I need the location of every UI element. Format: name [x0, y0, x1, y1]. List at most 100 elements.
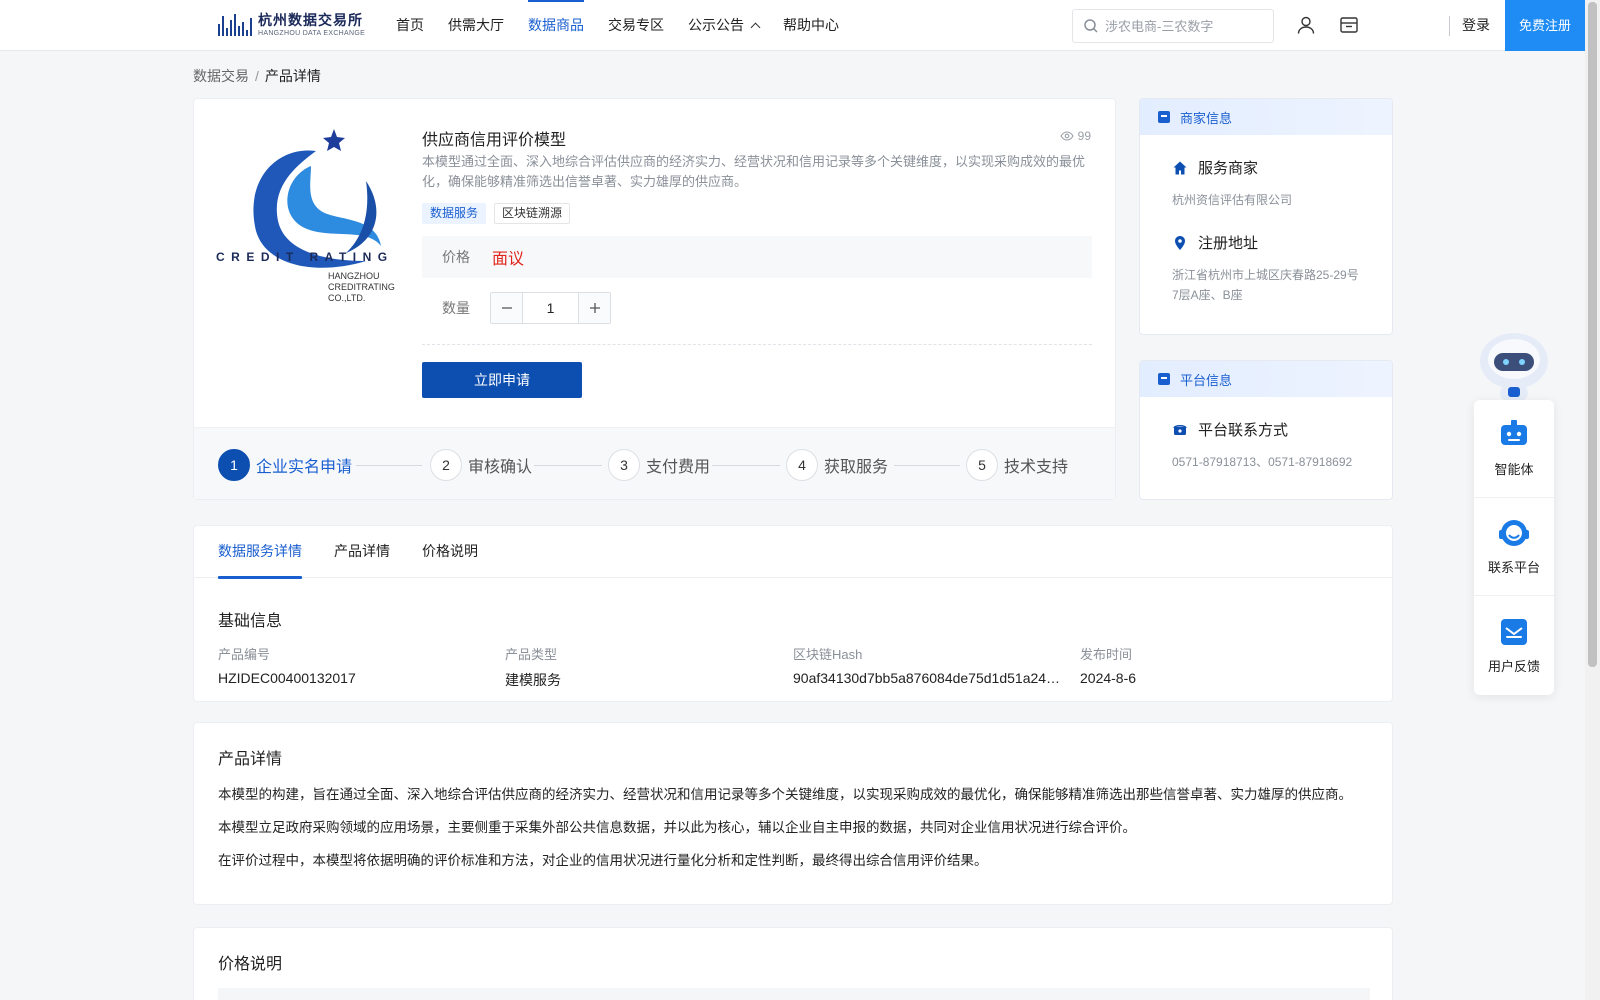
process-steps: 1 企业实名申请 2 审核确认 3 支付费用 4 获取服务 5 技术支持: [194, 427, 1115, 499]
detail-tabs: 数据服务详情 产品详情 价格说明: [194, 526, 1392, 579]
price-description-title: 价格说明: [218, 956, 283, 973]
product-detail-section: 产品详情 本模型的构建，旨在通过全面、深入地综合评估供应商的经济实力、经营状况和…: [193, 722, 1393, 905]
float-agent[interactable]: 智能体: [1474, 400, 1554, 498]
scrollbar-thumb[interactable]: [1588, 2, 1597, 667]
feedback-mail-icon: [1501, 618, 1527, 645]
info-value: 90af34130d7bb5a876084de75d1d51a24e...: [793, 670, 1063, 686]
view-count-value: 99: [1077, 129, 1091, 143]
info-publish-date: 发布时间 2024-8-6: [1080, 644, 1350, 686]
product-card: CREDIT RATING HANGZHOU CREDITRATING CO.,…: [193, 98, 1116, 500]
step-2: 2 审核确认: [430, 448, 532, 482]
step-number: 5: [966, 449, 998, 481]
nav-help-center[interactable]: 帮助中心: [783, 0, 839, 50]
headset-icon: [1499, 520, 1529, 546]
info-blockchain-hash: 区块链Hash 90af34130d7bb5a876084de75d1d51a2…: [793, 644, 1063, 686]
main-nav: 首页 供需大厅 数据商品 交易专区 公示公告 帮助中心: [396, 0, 863, 50]
step-connector: [356, 465, 422, 466]
info-product-type: 产品类型 建模服务: [505, 644, 775, 690]
step-connector: [894, 465, 960, 466]
step-3: 3 支付费用: [608, 448, 710, 482]
step-connector: [534, 465, 602, 466]
quantity-stepper: 1: [490, 292, 611, 324]
tab-product-detail[interactable]: 产品详情: [334, 526, 390, 578]
shop-icon[interactable]: [1338, 14, 1360, 36]
float-agent-label: 智能体: [1494, 462, 1534, 477]
register-button[interactable]: 免费注册: [1505, 0, 1585, 51]
step-number: 4: [786, 449, 818, 481]
section-divider: [422, 344, 1092, 345]
info-value: 2024-8-6: [1080, 670, 1137, 686]
apply-now-button[interactable]: 立即申请: [422, 362, 582, 398]
product-logo-wordmark: CREDIT RATING: [216, 250, 394, 264]
price-value: 面议: [492, 251, 525, 268]
info-label: 产品类型: [505, 647, 558, 662]
logo-name-cn: 杭州数据交易所: [258, 12, 363, 28]
step-4: 4 获取服务: [786, 448, 888, 482]
logo-mark-icon: [218, 14, 252, 36]
increment-button[interactable]: [579, 293, 610, 323]
float-feedback-label: 用户反馈: [1487, 658, 1540, 674]
product-logo-sub-1: HANGZHOU: [328, 271, 380, 281]
detail-tabs-card: 数据服务详情 产品详情 价格说明 基础信息 产品编号 HZIDEC0040013…: [193, 525, 1393, 702]
nav-announcements[interactable]: 公示公告: [688, 0, 761, 50]
product-title: 供应商信用评价模型: [422, 132, 567, 149]
float-feedback[interactable]: 用户反馈: [1474, 596, 1554, 694]
tag-data-service: 数据服务: [422, 203, 487, 224]
product-logo-sub-3: CO.,LTD.: [328, 293, 365, 303]
floating-side-panel: 智能体 联系平台 用户反馈: [1474, 400, 1554, 695]
search-box[interactable]: [1072, 9, 1274, 43]
merchant-info-header: 商家信息: [1140, 99, 1392, 135]
logo-name-en: HANGZHOU DATA EXCHANGE: [258, 30, 366, 37]
product-description: 本模型通过全面、深入地综合评估供应商的经济实力、经营状况和信用记录等多个关键维度…: [422, 154, 1086, 189]
product-logo-image: CREDIT RATING HANGZHOU CREDITRATING CO.,…: [216, 121, 406, 311]
quantity-input[interactable]: 1: [522, 293, 579, 323]
top-navigation-bar: 杭州数据交易所 HANGZHOU DATA EXCHANGE 首页 供需大厅 数…: [0, 0, 1585, 51]
view-count: 99: [1059, 129, 1091, 143]
float-contact-platform[interactable]: 联系平台: [1474, 498, 1554, 596]
registered-address-value: 浙江省杭州市上城区庆春路25-29号7层A座、B座: [1172, 268, 1359, 302]
info-product-id: 产品编号 HZIDEC00400132017: [218, 644, 488, 686]
platform-info-header: 平台信息: [1140, 361, 1392, 397]
info-value: HZIDEC00400132017: [218, 670, 356, 686]
nav-data-products[interactable]: 数据商品: [528, 0, 584, 50]
user-icon[interactable]: [1295, 14, 1317, 36]
breadcrumb-parent[interactable]: 数据交易: [193, 68, 249, 84]
quantity-label: 数量: [442, 300, 470, 316]
service-merchant-title: 服务商家: [1198, 160, 1259, 177]
site-logo[interactable]: 杭州数据交易所 HANGZHOU DATA EXCHANGE: [218, 10, 365, 40]
step-1: 1 企业实名申请: [218, 448, 352, 482]
quantity-row: 数量 1: [422, 292, 611, 324]
step-number: 2: [430, 449, 462, 481]
robot-assistant-icon[interactable]: [1474, 325, 1554, 405]
product-detail-paragraph: 本模型立足政府采购领域的应用场景，主要侧重于采集外部公共信息数据，并以此为核心，…: [218, 820, 1136, 835]
plus-icon: [589, 303, 600, 313]
tab-price-description[interactable]: 价格说明: [422, 526, 478, 578]
chevron-up-icon: [750, 22, 761, 33]
nav-home[interactable]: 首页: [396, 0, 424, 50]
price-box: 价格 面议: [422, 236, 1092, 278]
decrement-button[interactable]: [491, 293, 522, 323]
search-input[interactable]: [1105, 18, 1265, 34]
price-description-section: 价格说明: [193, 927, 1393, 1000]
platform-contact-title: 平台联系方式: [1198, 422, 1289, 439]
eye-icon: [1059, 131, 1074, 141]
nav-trading-zone[interactable]: 交易专区: [608, 0, 664, 50]
info-label: 区块链Hash: [793, 647, 863, 662]
page-scrollbar[interactable]: [1585, 0, 1600, 1000]
step-5: 5 技术支持: [966, 448, 1068, 482]
float-contact-platform-label: 联系平台: [1487, 560, 1540, 575]
tab-data-service-detail[interactable]: 数据服务详情: [218, 526, 302, 579]
service-merchant: 服务商家 杭州资信评估有限公司: [1140, 157, 1392, 210]
step-label: 支付费用: [646, 459, 711, 476]
registered-address: 注册地址 浙江省杭州市上城区庆春路25-29号7层A座、B座: [1140, 232, 1392, 305]
nav-supply-demand[interactable]: 供需大厅: [448, 0, 504, 50]
price-label: 价格: [442, 249, 470, 265]
tag-blockchain-trace: 区块链溯源: [494, 203, 571, 224]
platform-contact-value: 0571-87918713、0571-87918692: [1172, 455, 1353, 469]
login-link[interactable]: 登录: [1462, 0, 1490, 50]
product-tags: 数据服务 区块链溯源: [422, 203, 571, 224]
search-icon: [1084, 19, 1098, 33]
minus-icon: [501, 307, 512, 309]
header-divider: [1449, 16, 1450, 36]
merchant-info-card: 商家信息 服务商家 杭州资信评估有限公司 注册地址 浙江省杭州市上城区庆春路25…: [1139, 98, 1393, 335]
